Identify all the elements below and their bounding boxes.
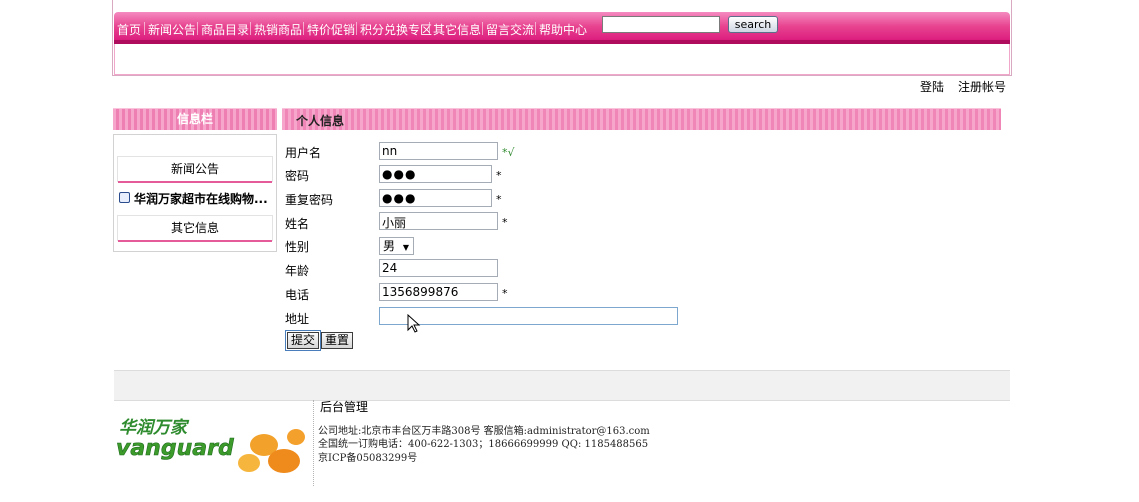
news-bullet-icon	[119, 192, 130, 203]
nav-other[interactable]: 其它信息	[433, 21, 481, 38]
logo-en-text: vanguard	[116, 436, 234, 461]
repassword-label: 重复密码	[285, 193, 334, 207]
register-link[interactable]: 注册帐号	[958, 78, 1006, 95]
password-field[interactable]: ●●●	[379, 165, 492, 183]
address-label: 地址	[285, 312, 310, 326]
footer-phone: 全国统一订购电话：400-622-1303；18666699999 QQ: 11…	[318, 439, 649, 450]
age-field[interactable]: 24	[379, 259, 498, 277]
nav-separator	[250, 22, 251, 35]
sidebar-box: 新闻公告 华润万家超市在线购物... 其它信息	[113, 134, 277, 252]
name-field[interactable]: 小丽	[379, 212, 498, 230]
logo-graphic: 华润万家 vanguard	[116, 418, 305, 473]
username-label: 用户名	[285, 146, 322, 160]
name-label: 姓名	[285, 217, 310, 231]
nav-separator	[303, 22, 304, 35]
sidebar-title: 信息栏	[113, 108, 277, 130]
nav-separator	[197, 22, 198, 35]
repassword-field[interactable]: ●●●	[379, 189, 492, 207]
gender-label: 性别	[285, 240, 310, 254]
footer-bar	[114, 370, 1010, 401]
sidebar-tab-other[interactable]: 其它信息	[117, 215, 273, 242]
nav-points[interactable]: 积分兑换专区	[360, 21, 432, 38]
nav-separator	[429, 22, 430, 35]
submit-button[interactable]: 提交	[284, 330, 322, 351]
chevron-down-icon: ▼	[402, 243, 409, 252]
username-field[interactable]: nn	[379, 142, 498, 160]
nav-promo[interactable]: 特价促销	[307, 21, 355, 38]
nav-hot[interactable]: 热销商品	[254, 21, 302, 38]
nav-help[interactable]: 帮助中心	[539, 21, 587, 38]
reset-button[interactable]: 重置	[321, 332, 354, 349]
nav-message[interactable]: 留言交流	[486, 21, 534, 38]
name-required-mark: *	[502, 216, 508, 229]
main-nav: 首页 新闻公告 商品目录 热销商品 特价促销 积分兑换专区 其它信息 留言交流 …	[114, 12, 1010, 44]
nav-separator	[482, 22, 483, 35]
sidebar-tab-news[interactable]: 新闻公告	[117, 156, 273, 183]
sidebar-news-item[interactable]: 华润万家超市在线购物...	[119, 190, 268, 207]
admin-link[interactable]: 后台管理	[320, 398, 368, 415]
nav-separator	[356, 22, 357, 35]
phone-label: 电话	[285, 288, 310, 302]
gender-select[interactable]: 男 ▼	[379, 237, 414, 255]
gender-selected-value: 男	[383, 239, 396, 253]
nav-blank-area	[114, 44, 1010, 75]
nav-separator	[535, 22, 536, 35]
nav-catalog[interactable]: 商品目录	[201, 21, 249, 38]
vanguard-logo: 华润万家 vanguard	[114, 405, 314, 483]
nav-separator	[144, 22, 145, 35]
repassword-required-mark: *	[496, 193, 502, 206]
search-button[interactable]: search	[728, 16, 778, 33]
nav-home[interactable]: 首页	[117, 21, 141, 38]
page-title: 个人信息	[296, 114, 345, 128]
mouse-cursor-icon	[407, 314, 421, 333]
logo-cn-text: 华润万家	[119, 418, 190, 438]
main-panel-header: 个人信息	[282, 108, 1001, 130]
login-link[interactable]: 登陆	[920, 78, 944, 95]
phone-field[interactable]: 1356899876	[379, 283, 498, 301]
address-field[interactable]	[379, 307, 678, 325]
password-label: 密码	[285, 169, 310, 183]
password-required-mark: *	[496, 169, 502, 182]
username-valid-mark: *√	[502, 146, 515, 159]
sidebar-news-text: 华润万家超市在线购物...	[134, 192, 268, 206]
search-input[interactable]	[602, 16, 720, 33]
footer-icp: 京ICP备05083299号	[318, 453, 418, 464]
age-label: 年龄	[285, 264, 310, 278]
nav-news[interactable]: 新闻公告	[148, 21, 196, 38]
phone-required-mark: *	[502, 287, 508, 300]
